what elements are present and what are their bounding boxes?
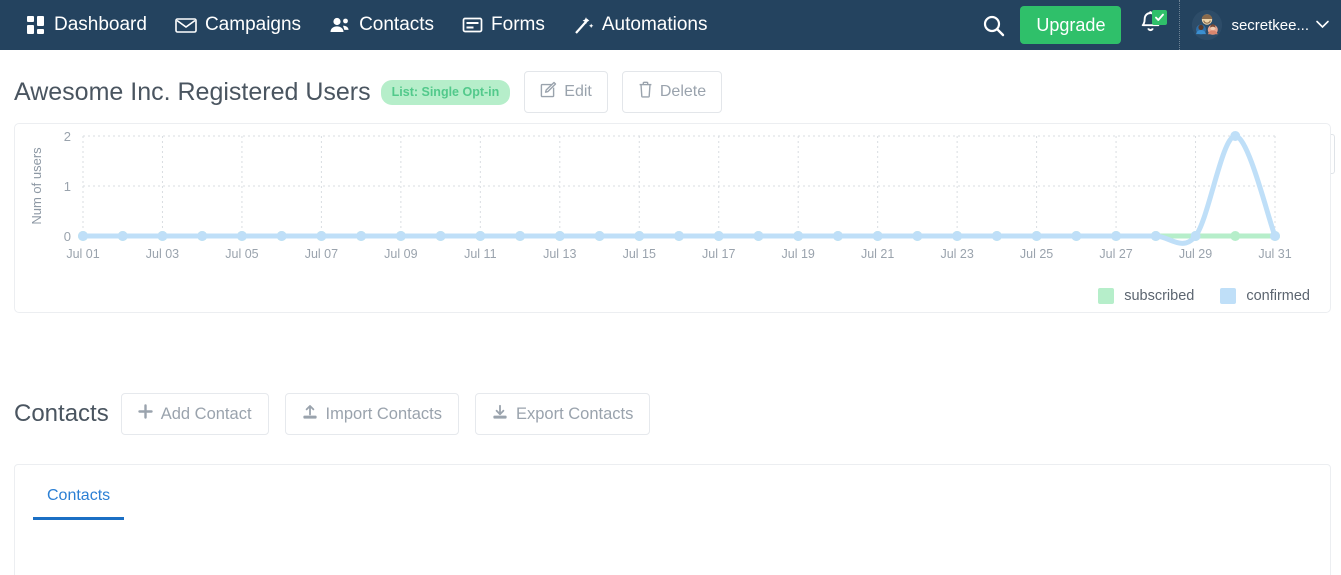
add-contact-button[interactable]: Add Contact [120, 393, 269, 435]
upgrade-button[interactable]: Upgrade [1020, 6, 1122, 44]
nav-item-automations[interactable]: Automations [559, 0, 722, 50]
legend-swatch-subscribed [1098, 288, 1115, 304]
svg-text:Jul 15: Jul 15 [623, 247, 656, 261]
top-navbar: Dashboard Campaigns Contacts Forms Autom [0, 0, 1341, 50]
chevron-down-icon [1316, 18, 1329, 32]
svg-text:Jul 17: Jul 17 [702, 247, 735, 261]
notifications-button[interactable] [1121, 0, 1179, 50]
legend-label-confirmed: confirmed [1246, 288, 1310, 304]
nav-item-dashboard-label: Dashboard [54, 14, 147, 35]
svg-text:Jul 25: Jul 25 [1020, 247, 1053, 261]
nav-item-forms-label: Forms [491, 14, 545, 35]
legend-label-subscribed: subscribed [1124, 288, 1195, 304]
legend-item-subscribed[interactable]: subscribed [1098, 288, 1194, 304]
user-name-label: secretkee... [1231, 16, 1309, 34]
tab-contacts-label: Contacts [47, 487, 111, 504]
svg-text:Jul 27: Jul 27 [1099, 247, 1132, 261]
avatar [1192, 10, 1223, 40]
nav-item-automations-label: Automations [601, 14, 708, 35]
svg-text:Jul 09: Jul 09 [384, 247, 417, 261]
svg-text:Jul 11: Jul 11 [464, 247, 496, 261]
add-contact-label: Add Contact [160, 404, 252, 423]
svg-text:Jul 21: Jul 21 [861, 247, 894, 261]
contacts-panel: Contacts [14, 464, 1331, 575]
grid-icon [26, 15, 46, 35]
form-icon [462, 15, 483, 35]
people-icon [329, 15, 351, 35]
svg-text:Jul 07: Jul 07 [305, 247, 338, 261]
import-contacts-label: Import Contacts [325, 404, 442, 423]
page-title: Awesome Inc. Registered Users [14, 77, 371, 106]
chart-legend: subscribed confirmed [1098, 288, 1310, 304]
upload-icon [302, 404, 318, 425]
delete-button-label: Delete [659, 83, 707, 100]
svg-text:Jul 31: Jul 31 [1258, 247, 1291, 261]
svg-text:1: 1 [64, 179, 71, 194]
magic-wand-icon [573, 15, 594, 35]
legend-swatch-confirmed [1220, 288, 1237, 304]
export-contacts-label: Export Contacts [516, 404, 634, 423]
legend-item-confirmed[interactable]: confirmed [1220, 288, 1310, 304]
status-badge: List: Single Opt-in [380, 79, 511, 105]
svg-text:Jul 03: Jul 03 [146, 247, 179, 261]
svg-text:Jul 13: Jul 13 [543, 247, 576, 261]
contacts-tabs: Contacts [33, 465, 1330, 520]
svg-text:2: 2 [64, 129, 71, 144]
nav-item-forms[interactable]: Forms [448, 0, 559, 50]
tab-contacts[interactable]: Contacts [33, 465, 125, 520]
svg-text:Num of users: Num of users [29, 147, 44, 225]
delete-button[interactable]: Delete [621, 71, 723, 113]
registered-users-chart: 0 1 2 Num of users Jul 01 Jul 03 Jul 05 Jul 07 J… [29, 129, 1292, 261]
nav-item-contacts-label: Contacts [359, 14, 435, 35]
svg-text:0: 0 [64, 229, 71, 244]
edit-button[interactable]: Edit [524, 71, 608, 113]
contacts-toolbar: Contacts Add Contact Import Contacts Exp… [0, 392, 1341, 436]
chart-card: 0 1 2 Num of users Jul 01 Jul 03 Jul 05 Jul 07 J… [14, 123, 1331, 313]
search-icon[interactable] [966, 0, 1020, 50]
primary-nav: Dashboard Campaigns Contacts Forms Autom [12, 0, 722, 50]
user-menu[interactable]: secretkee... [1180, 0, 1341, 50]
nav-item-contacts[interactable]: Contacts [315, 0, 448, 50]
trash-icon [638, 81, 653, 103]
notification-check-badge [1152, 10, 1168, 25]
nav-right-group: Upgrade secretkee... [966, 0, 1341, 50]
envelope-icon [175, 15, 197, 35]
export-contacts-button[interactable]: Export Contacts [475, 393, 651, 435]
svg-text:Jul 29: Jul 29 [1179, 247, 1212, 261]
plus-icon [138, 404, 153, 424]
page-header: Awesome Inc. Registered Users List: Sing… [0, 50, 1341, 174]
svg-text:Jul 19: Jul 19 [782, 247, 815, 261]
svg-text:Jul 05: Jul 05 [225, 247, 258, 261]
nav-item-campaigns-label: Campaigns [204, 14, 302, 35]
import-contacts-button[interactable]: Import Contacts [284, 393, 459, 435]
contacts-section-title: Contacts [14, 400, 109, 427]
download-icon [492, 404, 508, 425]
svg-text:Jul 01: Jul 01 [66, 247, 99, 261]
pencil-square-icon [540, 81, 557, 103]
nav-item-campaigns[interactable]: Campaigns [161, 0, 315, 50]
nav-item-dashboard[interactable]: Dashboard [12, 0, 161, 50]
svg-text:Jul 23: Jul 23 [940, 247, 973, 261]
edit-button-label: Edit [564, 83, 592, 100]
